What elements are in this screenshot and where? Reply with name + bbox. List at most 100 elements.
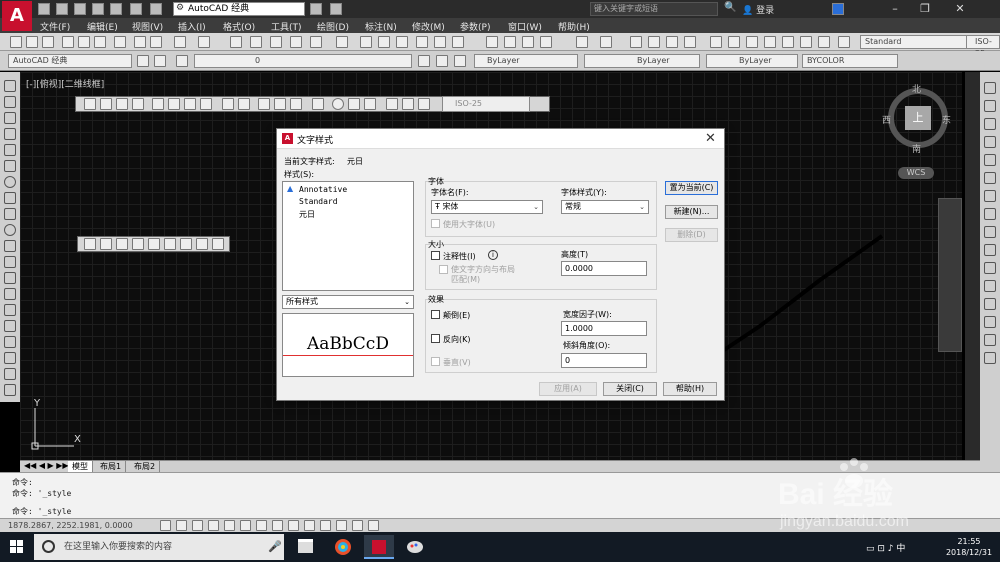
delete-style-button[interactable]: 删除(D) bbox=[665, 228, 718, 242]
redo-icon[interactable] bbox=[150, 3, 162, 15]
publish-icon[interactable] bbox=[452, 36, 464, 48]
preview-icon[interactable] bbox=[78, 36, 90, 48]
open-icon[interactable] bbox=[26, 36, 38, 48]
menu-help[interactable]: 帮助(H) bbox=[558, 20, 590, 33]
plotstyle-select[interactable]: BYCOLOR bbox=[802, 54, 898, 68]
taskbar-search-input[interactable]: 在这里输入你要搜索的内容 bbox=[34, 534, 284, 560]
zoom-icon[interactable] bbox=[648, 36, 660, 48]
offset-icon[interactable] bbox=[984, 136, 996, 148]
jogged-dim-icon[interactable] bbox=[168, 98, 180, 110]
new-icon[interactable] bbox=[10, 36, 22, 48]
workspace-select[interactable]: AutoCAD 经典 bbox=[173, 2, 305, 16]
fillet-icon[interactable] bbox=[984, 334, 996, 346]
tab-scroll-icon[interactable]: ◀◀ ◀ ▶ ▶▶ bbox=[24, 461, 69, 470]
make-current-layer-icon[interactable] bbox=[418, 55, 430, 67]
paste-icon[interactable] bbox=[522, 36, 534, 48]
explode-icon[interactable] bbox=[984, 352, 996, 364]
single-line-text-icon[interactable] bbox=[100, 238, 112, 250]
color-app-icon[interactable] bbox=[328, 535, 358, 559]
open-icon[interactable] bbox=[56, 3, 68, 15]
menu-edit[interactable]: 编辑(E) bbox=[87, 20, 118, 33]
save-icon[interactable] bbox=[42, 36, 54, 48]
workspace-icon[interactable] bbox=[154, 55, 166, 67]
match-orientation-checkbox[interactable] bbox=[439, 265, 448, 274]
new-style-button[interactable]: 新建(N)... bbox=[665, 205, 718, 219]
list-item[interactable]: 元日 bbox=[299, 209, 315, 220]
design-center-icon[interactable] bbox=[728, 36, 740, 48]
redo-icon[interactable] bbox=[198, 36, 210, 48]
pan-icon[interactable] bbox=[630, 36, 642, 48]
saveas-icon[interactable] bbox=[92, 3, 104, 15]
upside-down-checkbox[interactable] bbox=[431, 310, 440, 319]
login-link[interactable]: 👤 登录 bbox=[742, 3, 774, 16]
print-icon[interactable] bbox=[62, 36, 74, 48]
compass-north[interactable]: 北 bbox=[912, 82, 921, 95]
extend-icon[interactable] bbox=[984, 262, 996, 274]
clock-icon[interactable] bbox=[310, 3, 322, 15]
trim-icon[interactable] bbox=[984, 244, 996, 256]
undo-icon[interactable] bbox=[576, 36, 588, 48]
dyn-icon[interactable] bbox=[304, 520, 315, 531]
menu-parametric[interactable]: 参数(P) bbox=[460, 20, 490, 33]
center-mark-icon[interactable] bbox=[332, 98, 344, 110]
zoom-window-icon[interactable] bbox=[666, 36, 678, 48]
dim-edit-icon[interactable] bbox=[386, 98, 398, 110]
properties-icon[interactable] bbox=[310, 36, 322, 48]
dim-text-edit-icon[interactable] bbox=[402, 98, 414, 110]
convert-distance-icon[interactable] bbox=[212, 238, 224, 250]
list-item[interactable]: Standard bbox=[299, 197, 338, 206]
dialog-title-bar[interactable]: A 文字样式 ✕ bbox=[277, 129, 724, 149]
dim-space-icon[interactable] bbox=[274, 98, 286, 110]
pan-icon[interactable] bbox=[230, 36, 242, 48]
circle-icon[interactable] bbox=[4, 176, 16, 188]
color-select[interactable]: ByLayer bbox=[474, 54, 578, 68]
rotate-icon[interactable] bbox=[984, 190, 996, 202]
dim-update-icon[interactable] bbox=[418, 98, 430, 110]
cut-icon[interactable] bbox=[134, 36, 146, 48]
menu-insert[interactable]: 插入(I) bbox=[178, 20, 206, 33]
dropdown-icon[interactable] bbox=[330, 3, 342, 15]
close-button[interactable]: 关闭(C) bbox=[603, 382, 657, 396]
backwards-checkbox[interactable] bbox=[431, 334, 440, 343]
break-icon[interactable] bbox=[984, 280, 996, 292]
redo-icon[interactable] bbox=[600, 36, 612, 48]
scale-text-icon[interactable] bbox=[180, 238, 192, 250]
tab-model[interactable]: 模型 bbox=[68, 461, 93, 472]
dialog-close-icon[interactable]: ✕ bbox=[705, 131, 716, 146]
arc-icon[interactable] bbox=[4, 160, 16, 172]
tolerance-icon[interactable] bbox=[312, 98, 324, 110]
table-icon[interactable] bbox=[4, 352, 16, 364]
width-factor-input[interactable]: 1.0000 bbox=[561, 321, 647, 336]
match-properties-icon[interactable] bbox=[540, 36, 552, 48]
ellipse-arc-icon[interactable] bbox=[4, 240, 16, 252]
preview-icon[interactable] bbox=[434, 36, 446, 48]
chamfer-icon[interactable] bbox=[984, 316, 996, 328]
help-icon[interactable] bbox=[818, 36, 830, 48]
new-icon[interactable] bbox=[360, 36, 372, 48]
add-selected-icon[interactable] bbox=[4, 384, 16, 396]
navigation-bar[interactable] bbox=[938, 198, 962, 352]
quick-props-icon[interactable] bbox=[352, 520, 363, 531]
arc-length-dim-icon[interactable] bbox=[116, 98, 128, 110]
ducs-icon[interactable] bbox=[288, 520, 299, 531]
layer-state-icon[interactable] bbox=[454, 55, 466, 67]
menu-tools[interactable]: 工具(T) bbox=[271, 20, 302, 33]
vertical-scrollbar[interactable] bbox=[965, 72, 980, 460]
scale-icon[interactable] bbox=[984, 208, 996, 220]
linetype-select[interactable]: ByLayer bbox=[584, 54, 700, 68]
undo-icon[interactable] bbox=[174, 36, 186, 48]
join-icon[interactable] bbox=[984, 298, 996, 310]
properties-icon[interactable] bbox=[710, 36, 722, 48]
osnap-icon[interactable] bbox=[240, 520, 251, 531]
tab-layout1[interactable]: 布局1 bbox=[96, 461, 127, 472]
layer-previous-icon[interactable] bbox=[436, 55, 448, 67]
print-icon[interactable] bbox=[416, 36, 428, 48]
oblique-angle-input[interactable]: 0 bbox=[561, 353, 647, 368]
viewcube-top-face[interactable]: 上 bbox=[905, 106, 931, 130]
set-current-button[interactable]: 置为当前(C) bbox=[665, 181, 718, 195]
lineweight-icon[interactable] bbox=[320, 520, 331, 531]
zoom-previous-icon[interactable] bbox=[684, 36, 696, 48]
compass-west[interactable]: 西 bbox=[882, 113, 891, 126]
compass-south[interactable]: 南 bbox=[912, 142, 921, 155]
mtext-icon[interactable] bbox=[4, 368, 16, 380]
